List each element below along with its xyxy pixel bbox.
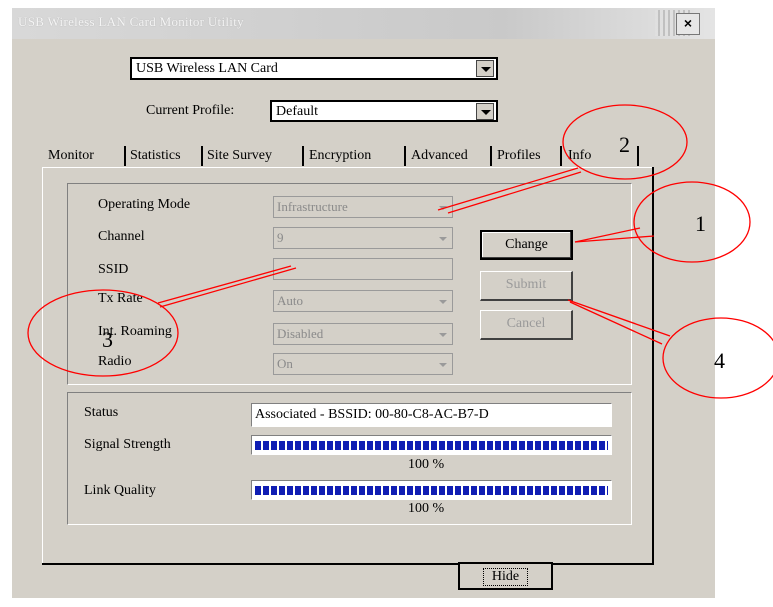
callout-overlay: 1 2 3 4 xyxy=(27,104,773,399)
callout-1-ellipse xyxy=(633,181,751,263)
callout-4-leader xyxy=(569,301,663,345)
callout-number-4: 4 xyxy=(714,348,725,373)
callout-4-leader xyxy=(567,299,671,337)
callout-2-leader xyxy=(437,167,579,211)
callout-number-1: 1 xyxy=(695,211,706,236)
callout-number-3: 3 xyxy=(102,327,113,352)
callout-3-leader xyxy=(157,265,292,304)
callout-2-leader xyxy=(447,171,582,214)
callout-number-2: 2 xyxy=(619,132,630,157)
callout-3-leader xyxy=(159,267,297,308)
